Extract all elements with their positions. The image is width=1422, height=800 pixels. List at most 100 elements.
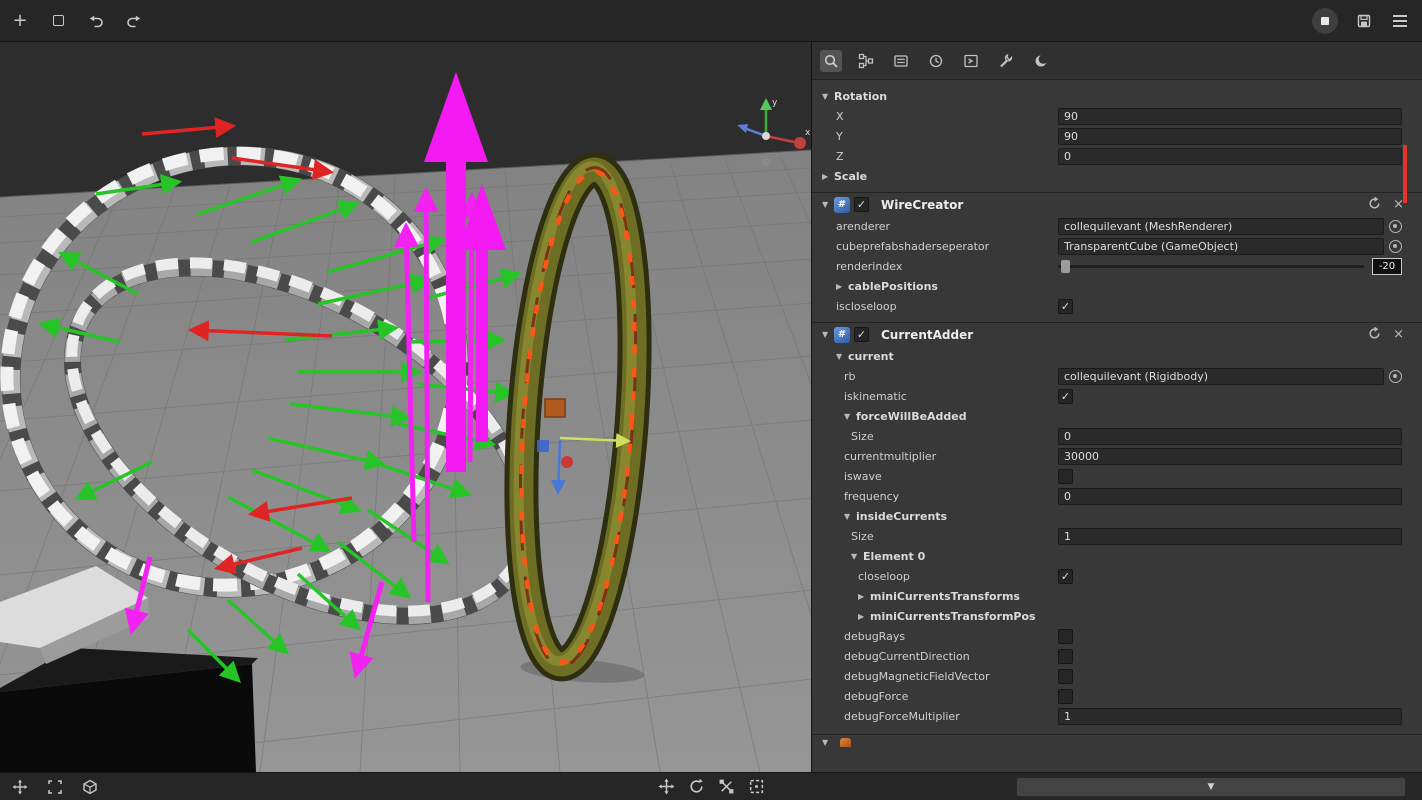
debugrays-checkbox[interactable] (1058, 629, 1073, 644)
component-enabled-checkbox[interactable]: ✓ (854, 197, 869, 212)
z-label: Z (822, 150, 1058, 163)
foldout-cablepositions[interactable]: ▶cablePositions (822, 276, 1402, 296)
hamburger-icon (1393, 15, 1407, 27)
rotation-x-input[interactable] (1058, 108, 1402, 125)
closeloop-checkbox[interactable]: ✓ (1058, 569, 1073, 584)
renderindex-slider[interactable] (1058, 265, 1364, 268)
component-enabled-checkbox[interactable]: ✓ (854, 327, 869, 342)
save-button[interactable] (1354, 11, 1374, 31)
force-size-input[interactable] (1058, 428, 1402, 445)
foldout-element0[interactable]: ▼Element 0 (822, 546, 1402, 566)
foldout-current[interactable]: ▼current (822, 346, 1402, 366)
inside-size-input[interactable] (1058, 528, 1402, 545)
debugforce-checkbox[interactable] (1058, 689, 1073, 704)
iskinematic-checkbox[interactable]: ✓ (1058, 389, 1073, 404)
iswave-label: iswave (822, 470, 1058, 483)
slider-handle[interactable] (1061, 260, 1070, 273)
script-icon (840, 738, 851, 747)
script-icon: # (834, 197, 850, 213)
rb-object-field[interactable]: collequilevant (Rigidbody) (1058, 368, 1384, 385)
rb-row: rb collequilevant (Rigidbody) (822, 366, 1402, 386)
history-button[interactable] (925, 50, 947, 72)
move-mode-button[interactable] (10, 777, 30, 797)
debugmagneticfieldvector-checkbox[interactable] (1058, 669, 1073, 684)
rotation-x-row: X (822, 106, 1402, 126)
scene-viewport[interactable]: y x (0, 42, 812, 772)
cubeprefab-row: cubeprefabshaderseperator TransparentCub… (822, 236, 1402, 256)
pivot-mode-button[interactable] (80, 777, 100, 797)
bottom-toolbar: ▼ (0, 772, 1422, 800)
refresh-button[interactable] (1368, 195, 1381, 214)
iswave-row: iswave (822, 466, 1402, 486)
undo-button[interactable] (86, 11, 106, 31)
arenderer-object-field[interactable]: collequilevant (MeshRenderer) (1058, 218, 1384, 235)
debugforcemultiplier-input[interactable] (1058, 708, 1402, 725)
object-picker-icon[interactable] (1389, 370, 1402, 383)
hierarchy-icon (858, 53, 874, 69)
y-label: Y (822, 130, 1058, 143)
foldout-minicurrentstransformpos[interactable]: ▶miniCurrentsTransformPos (822, 606, 1402, 626)
notes-button[interactable] (890, 50, 912, 72)
refresh-icon (1368, 327, 1381, 340)
foldout-open-icon: ▼ (822, 738, 834, 747)
iscloseloop-checkbox[interactable]: ✓ (1058, 299, 1073, 314)
foldout-minicurrentstransforms[interactable]: ▶miniCurrentsTransforms (822, 586, 1402, 606)
renderindex-row: renderindex -20 (822, 256, 1402, 276)
foldout-open-icon: ▼ (836, 352, 848, 361)
debugcurrentdirection-label: debugCurrentDirection (822, 650, 1058, 663)
remove-component-button[interactable]: × (1393, 328, 1404, 341)
component-title: WireCreator (881, 198, 963, 212)
scale-tool-button[interactable] (716, 777, 736, 797)
expand-mode-button[interactable] (45, 777, 65, 797)
tools-button[interactable] (995, 50, 1017, 72)
frame-button[interactable] (48, 11, 68, 31)
rect-tool-button[interactable] (746, 777, 766, 797)
hierarchy-button[interactable] (855, 50, 877, 72)
search-button[interactable] (820, 50, 842, 72)
currentmultiplier-input[interactable] (1058, 448, 1402, 465)
frequency-label: frequency (822, 490, 1058, 503)
scale-label: Scale (834, 170, 867, 183)
layers-dropdown[interactable]: ▼ (1016, 777, 1406, 797)
frequency-input[interactable] (1058, 488, 1402, 505)
renderindex-value[interactable]: -20 (1372, 258, 1402, 275)
orbit-tool-button[interactable] (686, 777, 706, 797)
debugmagneticfieldvector-label: debugMagneticFieldVector (822, 670, 1058, 683)
object-picker-icon[interactable] (1389, 240, 1402, 253)
component-header-currentadder[interactable]: ▼ # ✓ CurrentAdder × (812, 322, 1422, 346)
renderindex-label: renderindex (822, 260, 1058, 273)
pan-tool-button[interactable] (656, 777, 676, 797)
iswave-checkbox[interactable] (1058, 469, 1073, 484)
debugrays-row: debugRays (822, 626, 1402, 646)
rotation-y-input[interactable] (1058, 128, 1402, 145)
inside-size-row: Size (822, 526, 1402, 546)
foldout-insidecurrents[interactable]: ▼insideCurrents (822, 506, 1402, 526)
iscloseloop-label: iscloseloop (822, 300, 1058, 313)
add-button[interactable]: + (10, 11, 30, 31)
component-header-wirecreator[interactable]: ▼ # ✓ WireCreator × (812, 192, 1422, 216)
pan-tool-icon (658, 778, 675, 795)
foldout-scale[interactable]: ▶Scale (822, 166, 1402, 186)
rotation-z-input[interactable] (1058, 148, 1402, 165)
rotation-z-row: Z (822, 146, 1402, 166)
refresh-button[interactable] (1368, 325, 1381, 344)
foldout-rotation[interactable]: ▼Rotation (822, 86, 1402, 106)
closeloop-label: closeloop (822, 570, 1058, 583)
foldout-forcewillbeadded[interactable]: ▼forceWillBeAdded (822, 406, 1402, 426)
record-button[interactable] (1312, 8, 1338, 34)
console-button[interactable] (960, 50, 982, 72)
cubeprefab-object-field[interactable]: TransparentCube (GameObject) (1058, 238, 1384, 255)
object-picker-icon[interactable] (1389, 220, 1402, 233)
theme-button[interactable] (1030, 50, 1052, 72)
debugcurrentdirection-checkbox[interactable] (1058, 649, 1073, 664)
redo-button[interactable] (124, 11, 144, 31)
foldout-open-icon[interactable]: ▼ (822, 330, 834, 339)
debugforce-label: debugForce (822, 690, 1058, 703)
foldout-open-icon[interactable]: ▼ (822, 200, 834, 209)
menu-button[interactable] (1390, 11, 1410, 31)
console-icon (963, 53, 979, 69)
foldout-open-icon: ▼ (844, 512, 856, 521)
wrench-icon (998, 53, 1014, 69)
partial-component-header[interactable]: ▼ (812, 734, 1422, 747)
closeloop-row: closeloop ✓ (822, 566, 1402, 586)
